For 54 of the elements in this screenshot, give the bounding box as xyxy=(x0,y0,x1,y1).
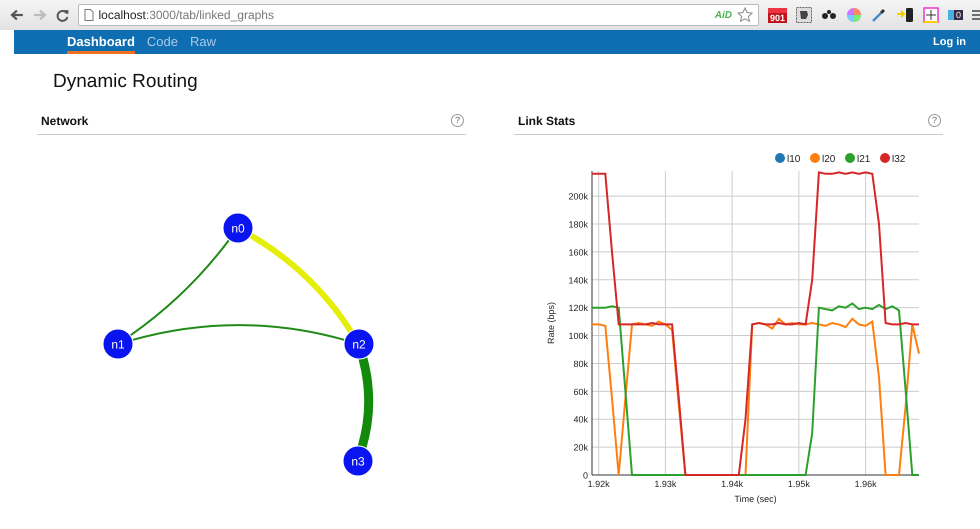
x-tick-label: 1.93k xyxy=(654,479,676,489)
y-tick-label: 140k xyxy=(568,275,588,286)
x-tick-label: 1.92k xyxy=(588,479,610,489)
y-tick-label: 100k xyxy=(568,331,588,342)
legend-item[interactable]: l10 xyxy=(775,153,800,165)
panel-title: Link Stats xyxy=(518,114,576,128)
y-tick-label: 40k xyxy=(573,414,588,425)
page-title: Dynamic Routing xyxy=(53,71,199,94)
legend-label: l10 xyxy=(787,154,801,165)
network-node: n2 xyxy=(344,328,374,360)
help-button[interactable]: ? xyxy=(451,114,464,127)
y-tick-label: 0 xyxy=(582,470,588,480)
ghost-badge[interactable]: 0 xyxy=(948,10,964,20)
extension-badge[interactable]: 901 xyxy=(768,8,787,22)
legend-item[interactable]: l20 xyxy=(810,153,836,165)
y-tick-label: 80k xyxy=(573,358,588,369)
move-icon[interactable] xyxy=(923,7,939,23)
legend-item[interactable]: l32 xyxy=(880,153,906,165)
network-node: n1 xyxy=(102,328,134,360)
network-node: n3 xyxy=(342,446,374,476)
elephant-icon[interactable] xyxy=(796,7,812,23)
page-icon xyxy=(84,9,94,21)
x-tick-label: 1.95k xyxy=(788,479,810,489)
y-tick-label: 60k xyxy=(573,386,588,397)
nav-tab[interactable]: Code xyxy=(146,30,178,54)
menu-icon[interactable] xyxy=(972,9,980,21)
paws-icon[interactable] xyxy=(821,9,837,21)
nav-tab[interactable]: Raw xyxy=(190,30,216,54)
x-tick-label: 1.96k xyxy=(854,479,877,489)
color-wheel-icon[interactable] xyxy=(846,7,862,23)
y-tick-label: 160k xyxy=(568,247,588,258)
panel-title: Network xyxy=(41,114,88,128)
x-tick-label: 1.94k xyxy=(721,479,744,489)
y-tick-label: 20k xyxy=(573,442,588,453)
back-icon[interactable] xyxy=(10,9,24,21)
legend-label: l32 xyxy=(892,154,906,165)
legend-item[interactable]: l21 xyxy=(845,153,870,165)
legend-label: l20 xyxy=(822,154,836,165)
login-link[interactable]: Log in xyxy=(933,30,966,54)
y-tick-label: 200k xyxy=(568,192,588,202)
x-axis-title: Time (sec) xyxy=(734,494,777,504)
network-node: n0 xyxy=(222,212,254,244)
y-axis-title: Rate (bps) xyxy=(546,302,556,344)
help-button[interactable]: ? xyxy=(928,114,941,127)
eyedropper-icon[interactable] xyxy=(871,7,887,23)
y-tick-label: 120k xyxy=(568,303,588,314)
phone-icon[interactable] xyxy=(896,7,914,23)
legend-label: l21 xyxy=(857,154,871,165)
nav-tab[interactable]: Dashboard xyxy=(67,30,135,54)
star-icon[interactable] xyxy=(736,7,753,23)
url-text: localhost:3000/tab/linked_graphs xyxy=(98,8,274,22)
reload-icon[interactable] xyxy=(56,8,68,22)
y-tick-label: 180k xyxy=(568,220,588,230)
address-bar[interactable]: localhost:3000/tab/linked_graphs AiD xyxy=(78,4,759,26)
